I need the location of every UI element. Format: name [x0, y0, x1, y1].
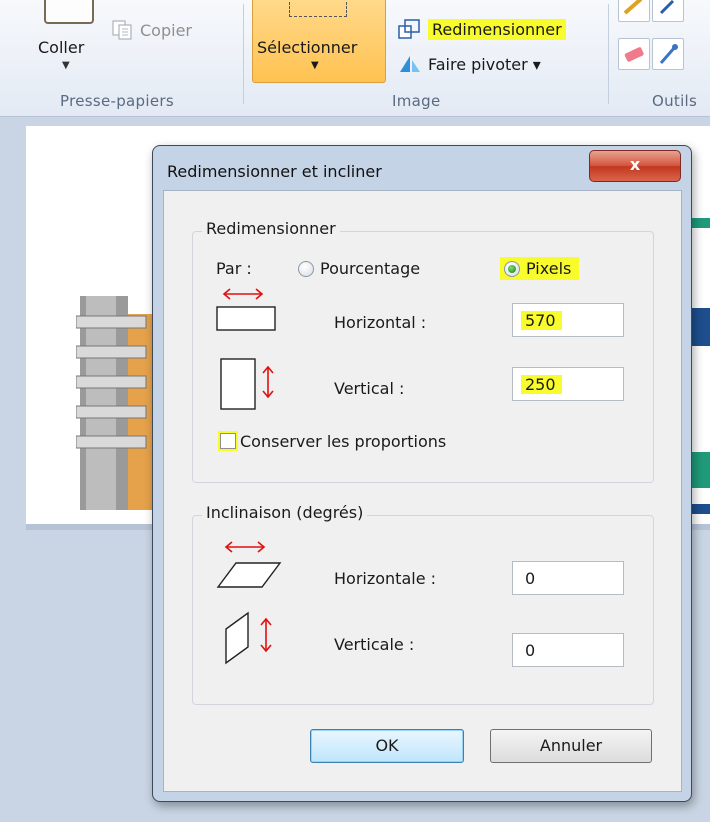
group-divider	[608, 4, 609, 104]
close-icon: x	[629, 155, 641, 174]
vertical-resize-icon	[220, 358, 274, 410]
cancel-button[interactable]: Annuler	[490, 729, 652, 763]
close-button[interactable]: x	[589, 150, 681, 182]
pixels-label: Pixels	[526, 259, 572, 278]
skew-vertical-label: Verticale :	[334, 635, 415, 654]
paste-button[interactable]: Coller	[38, 38, 84, 57]
vertical-skew-icon	[225, 611, 272, 665]
horizontal-label: Horizontal :	[334, 313, 427, 332]
percentage-label: Pourcentage	[320, 259, 421, 278]
image-fragment	[692, 218, 710, 228]
ribbon: Coller ▼ Copier Presse-papiers Sélection…	[0, 0, 710, 117]
clipboard-group-label: Presse-papiers	[60, 92, 174, 110]
resize-icon	[398, 19, 420, 39]
horizontal-resize-icon	[216, 288, 276, 331]
checkbox-box	[220, 433, 236, 449]
rotate-button[interactable]: Faire pivoter ▾	[398, 54, 541, 74]
horizontal-value: 570	[521, 311, 562, 330]
chevron-down-icon: ▼	[311, 60, 319, 71]
color-picker-icon[interactable]	[652, 38, 684, 70]
skew-group-title: Inclinaison (degrés)	[202, 503, 368, 522]
image-fragment	[692, 504, 710, 514]
vertical-value: 250	[521, 375, 562, 394]
rotate-label: Faire pivoter ▾	[428, 54, 541, 74]
radio-circle	[298, 260, 314, 277]
vertical-label: Vertical :	[334, 379, 405, 398]
pixels-radio[interactable]: Pixels	[500, 257, 580, 280]
resize-button[interactable]: Redimensionner	[398, 18, 566, 40]
resize-label: Redimensionner	[428, 18, 566, 40]
horizontal-input[interactable]: 570	[512, 303, 624, 337]
select-button[interactable]: Sélectionner ▼	[252, 0, 386, 83]
skew-vertical-input[interactable]: 0	[512, 633, 624, 667]
pencil-icon[interactable]	[618, 0, 650, 22]
fill-icon[interactable]	[652, 0, 684, 22]
chevron-down-icon[interactable]: ▼	[62, 60, 70, 71]
rotate-icon	[400, 56, 420, 72]
clipboard-icon[interactable]	[44, 0, 94, 24]
resize-skew-dialog: Redimensionner et incliner x Redimension…	[152, 145, 692, 802]
horizontal-skew-icon	[216, 541, 282, 588]
eraser-icon[interactable]	[618, 38, 650, 70]
keep-ratio-label: Conserver les proportions	[240, 431, 447, 451]
skew-horizontal-value: 0	[525, 569, 536, 588]
image-fragment	[690, 308, 710, 346]
resize-group-title: Redimensionner	[202, 219, 340, 238]
image-fragment	[692, 452, 710, 488]
copy-icon	[112, 20, 132, 40]
skew-vertical-value: 0	[525, 641, 536, 660]
copy-label: Copier	[140, 20, 192, 40]
group-divider	[243, 4, 244, 104]
vertical-input[interactable]: 250	[512, 367, 624, 401]
ok-button[interactable]: OK	[310, 729, 464, 763]
image-group-label: Image	[392, 92, 441, 110]
radio-circle-selected	[504, 260, 520, 277]
by-label: Par :	[216, 259, 252, 278]
skew-horizontal-label: Horizontale :	[334, 569, 437, 588]
dialog-title: Redimensionner et incliner	[167, 162, 382, 181]
percentage-radio[interactable]: Pourcentage	[298, 259, 420, 278]
select-label: Sélectionner	[257, 38, 358, 57]
tools-group	[616, 0, 710, 80]
dialog-body: Redimensionner Par : Pourcentage Pixels …	[163, 190, 682, 792]
keep-ratio-checkbox[interactable]: Conserver les proportions	[218, 431, 446, 451]
selection-icon	[289, 2, 347, 17]
tools-group-label: Outils	[652, 92, 698, 110]
copy-button[interactable]: Copier	[112, 20, 192, 40]
skew-horizontal-input[interactable]: 0	[512, 561, 624, 595]
